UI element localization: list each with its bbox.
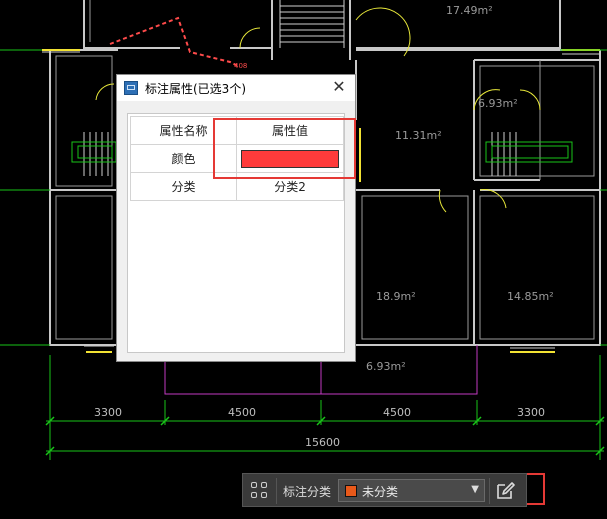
category-select[interactable]: 未分类 ▼: [338, 479, 485, 502]
room-area-label: 18.9m²: [376, 290, 416, 303]
app-icon: [124, 81, 138, 95]
dimension-label: 3300: [517, 406, 545, 419]
dimension-label: 4500: [383, 406, 411, 419]
chevron-down-icon[interactable]: ▼: [471, 484, 479, 495]
edit-icon[interactable]: [493, 479, 519, 503]
close-icon[interactable]: ✕: [329, 77, 349, 97]
room-area-label: 17.49m²: [446, 4, 493, 17]
annotation-code: 408: [234, 62, 247, 70]
annotation-category-toolbar: 标注分类 未分类 ▼: [242, 473, 527, 507]
toolbar-divider: [276, 478, 277, 504]
grid-icon[interactable]: [251, 482, 269, 500]
dimension-label: 3300: [94, 406, 122, 419]
dialog-title: 标注属性(已选3个): [145, 82, 246, 96]
highlight-box-value: [213, 118, 356, 179]
dimension-label: 4500: [228, 406, 256, 419]
dimension-total-label: 15600: [305, 436, 340, 449]
category-color-square: [345, 485, 357, 497]
room-area-label: 14.85m²: [507, 290, 554, 303]
category-label: 标注分类: [283, 485, 332, 499]
room-area-label: 6.93m²: [478, 97, 518, 110]
room-area-label: 6.93m²: [366, 360, 406, 373]
dialog-titlebar[interactable]: 标注属性(已选3个) ✕: [117, 75, 355, 101]
toolbar-divider: [489, 478, 490, 504]
room-area-label: 11.31m²: [395, 129, 442, 142]
category-select-value: 未分类: [362, 485, 399, 499]
